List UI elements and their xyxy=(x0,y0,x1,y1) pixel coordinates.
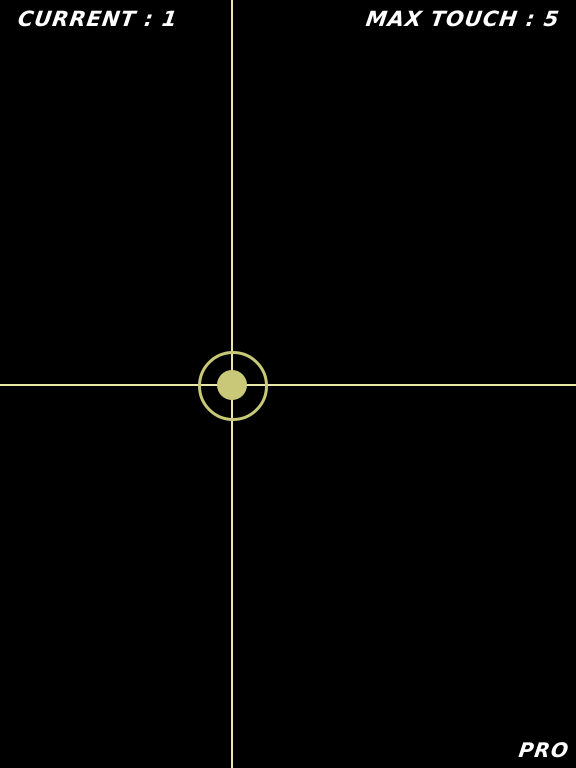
max-touch-count: MAX TOUCH : 5 xyxy=(363,7,561,31)
crosshair-horizontal-line xyxy=(0,384,576,386)
pro-badge: PRO xyxy=(517,738,571,762)
touch-point-dot xyxy=(217,370,247,400)
current-touch-count: CURRENT : 1 xyxy=(16,7,180,31)
